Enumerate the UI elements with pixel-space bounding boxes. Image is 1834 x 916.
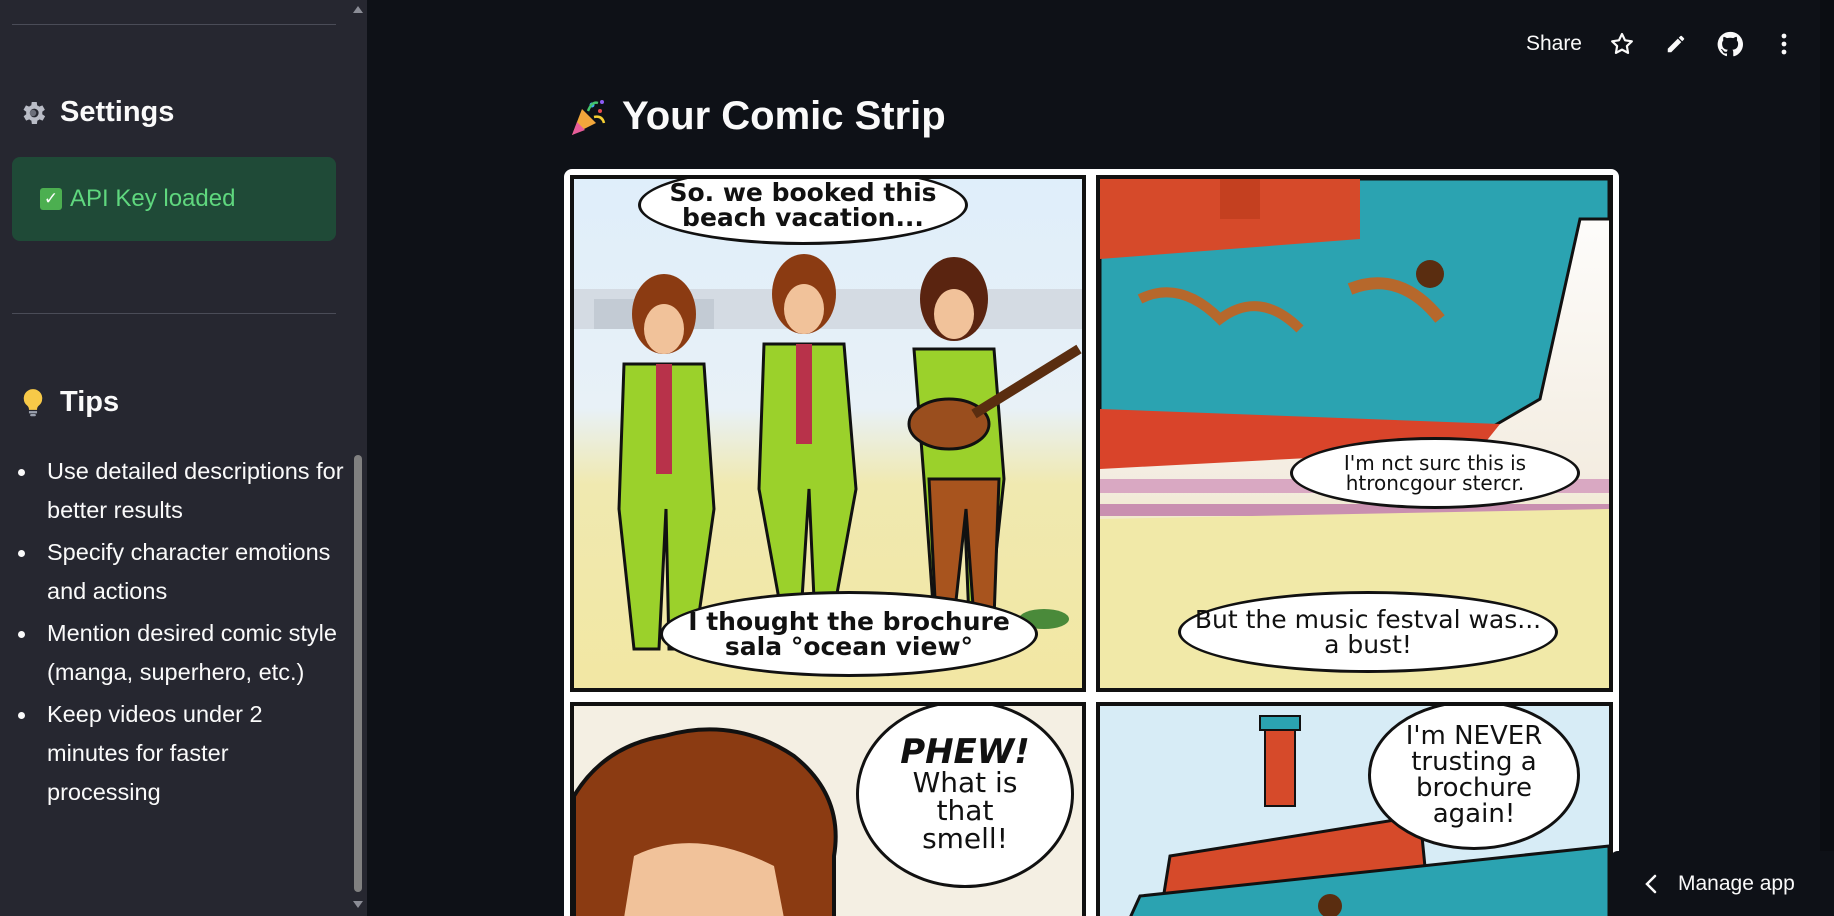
manage-app-label: Manage app xyxy=(1678,871,1795,895)
scrollbar-thumb[interactable] xyxy=(354,455,362,892)
speech-bubble: I'm nct surc this is htroncgour stercr. xyxy=(1290,437,1580,509)
list-item: Specify character emotions and actions xyxy=(18,533,348,611)
tips-list: Use detailed descriptions for better res… xyxy=(18,452,348,815)
comic-panel-4: I'm NEVER trusting a brochure again! xyxy=(1096,702,1613,916)
pencil-icon[interactable] xyxy=(1662,30,1690,58)
list-item: Use detailed descriptions for better res… xyxy=(18,452,348,530)
check-box-icon: ✓ xyxy=(40,188,62,210)
tips-heading: Tips xyxy=(18,386,119,419)
sidebar-scrollbar[interactable] xyxy=(353,0,364,916)
api-key-status-alert: ✓ API Key loaded xyxy=(12,157,336,241)
bullet xyxy=(18,550,25,557)
bubble-text: What is that smell! xyxy=(912,766,1018,855)
bullet xyxy=(18,631,25,638)
share-button[interactable]: Share xyxy=(1526,32,1582,56)
sidebar-divider-top xyxy=(12,24,336,25)
speech-bubble: I thought the brochure sala °ocean view° xyxy=(660,591,1038,677)
tip-text: Use detailed descriptions for better res… xyxy=(47,458,344,523)
comic-panel-1: So. we booked this beach vacation... I t… xyxy=(570,175,1086,692)
chevron-left-icon xyxy=(1644,874,1658,894)
tip-text: Specify character emotions and actions xyxy=(47,539,331,604)
exclamation-text: PHEW! xyxy=(900,732,1030,772)
more-vertical-icon[interactable] xyxy=(1770,30,1798,58)
gear-icon xyxy=(18,98,48,128)
settings-heading: Settings xyxy=(18,96,174,129)
app-root: Settings ✓ API Key loaded Tips Use detai… xyxy=(0,0,1834,916)
list-item: Keep videos under 2 minutes for faster p… xyxy=(18,695,348,812)
list-item: Mention desired comic style (manga, supe… xyxy=(18,614,348,692)
comic-panel-2: I'm nct surc this is htroncgour stercr. … xyxy=(1096,175,1613,692)
lightbulb-icon xyxy=(18,388,48,418)
star-icon[interactable] xyxy=(1608,30,1636,58)
bullet xyxy=(18,712,25,719)
manage-app-button[interactable]: Manage app xyxy=(1610,851,1834,916)
tip-text: Mention desired comic style (manga, supe… xyxy=(47,620,337,685)
comic-panel-3: PHEW! What is that smell! xyxy=(570,702,1086,916)
top-toolbar: Share xyxy=(1526,24,1798,64)
sidebar-divider-middle xyxy=(12,313,336,314)
settings-heading-text: Settings xyxy=(60,96,175,128)
tip-text: Keep videos under 2 minutes for faster p… xyxy=(47,701,263,805)
api-key-status-text: API Key loaded xyxy=(70,185,236,212)
speech-bubble: I'm NEVER trusting a brochure again! xyxy=(1368,706,1580,850)
bullet xyxy=(18,469,25,476)
page-title: Your Comic Strip xyxy=(568,94,946,139)
speech-bubble: PHEW! What is that smell! xyxy=(856,706,1074,888)
github-icon[interactable] xyxy=(1716,30,1744,58)
page-scroll-track xyxy=(1820,0,1834,916)
page-title-text: Your Comic Strip xyxy=(622,94,946,138)
party-popper-icon xyxy=(568,97,608,137)
sidebar: Settings ✓ API Key loaded Tips Use detai… xyxy=(0,0,367,916)
tips-heading-text: Tips xyxy=(60,386,120,418)
scroll-down-arrow-icon[interactable] xyxy=(353,901,363,908)
scroll-up-arrow-icon[interactable] xyxy=(353,6,363,13)
comic-strip-image: So. we booked this beach vacation... I t… xyxy=(564,169,1619,916)
speech-bubble: But the music festval was... a bust! xyxy=(1178,591,1558,673)
